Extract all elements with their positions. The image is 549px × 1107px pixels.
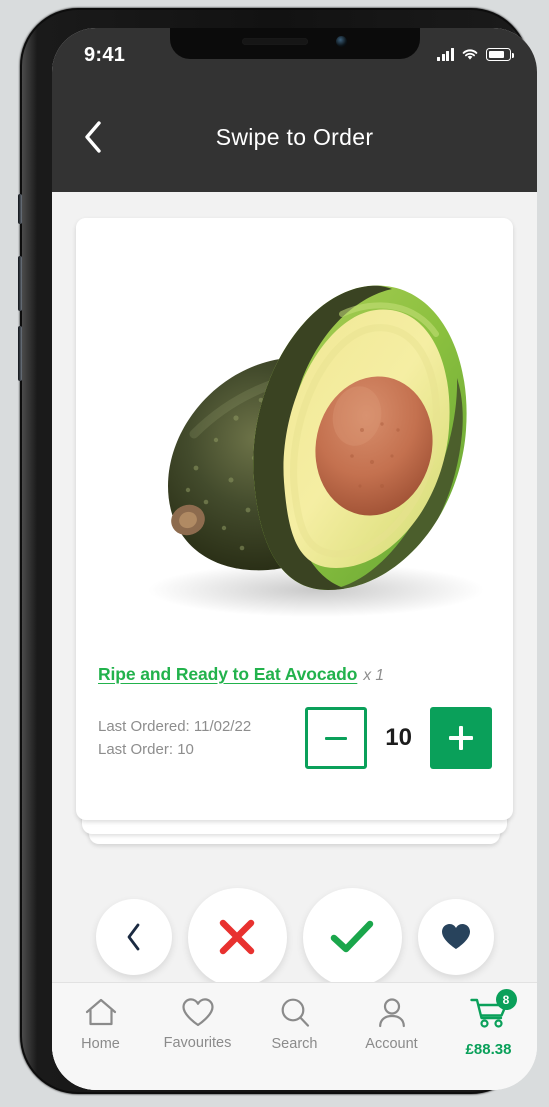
product-title-link[interactable]: Ripe and Ready to Eat Avocado [98,664,357,685]
meta-row: Last Ordered: 11/02/22 Last Order: 10 10 [98,707,495,769]
nav-label-home: Home [81,1036,120,1052]
card-deck: Ripe and Ready to Eat Avocado x 1 Last O… [76,218,513,844]
product-quantity-suffix: x 1 [363,667,385,684]
heart-outline-icon [181,998,214,1027]
nav-label-search: Search [271,1036,318,1052]
phone-screen: 9:41 Swipe to Order Ripe and Ready to Ea… [52,28,537,1090]
decrease-quantity-button[interactable] [305,707,368,769]
phone-frame: 9:41 Swipe to Order Ripe and Ready to Ea… [18,8,537,1094]
wifi-icon [462,49,478,60]
person-icon [378,998,405,1028]
product-card[interactable]: Ripe and Ready to Eat Avocado x 1 Last O… [76,218,513,820]
signal-bars-icon [437,48,454,61]
nav-label-favourites: Favourites [163,1035,232,1051]
volume-down-button[interactable] [18,326,22,381]
avocado-product-image [76,218,513,658]
reject-button[interactable] [187,887,287,987]
quantity-value: 10 [385,724,412,751]
nav-header: Swipe to Order [52,82,537,192]
nav-item-cart[interactable]: 8 £88.38 [440,989,537,1058]
check-icon [330,920,374,953]
home-icon [85,998,116,1026]
product-title-row: Ripe and Ready to Eat Avocado x 1 [98,664,495,685]
undo-button[interactable] [95,899,172,975]
nav-item-home[interactable]: Home [52,997,149,1052]
content-area: Ripe and Ready to Eat Avocado x 1 Last O… [52,192,537,1090]
half-avocado [253,285,467,590]
nav-item-search[interactable]: Search [246,997,343,1052]
last-order-quantity: Last Order: 10 [98,741,194,758]
status-time: 9:41 [84,44,126,66]
plus-icon [449,727,473,749]
nav-item-favourites[interactable]: Favourites [149,997,246,1051]
avocado-illustration [148,285,484,617]
order-history-text: Last Ordered: 11/02/22 Last Order: 10 [98,715,251,762]
volume-up-button[interactable] [18,256,22,311]
bottom-navigation-bar: Home Favourites Search Account 8 £88.38 [52,982,537,1090]
increase-quantity-button[interactable] [430,707,492,769]
battery-icon [486,48,514,61]
nav-item-account[interactable]: Account [343,997,440,1052]
swipe-action-row [52,882,537,992]
cart-badge: 8 [495,989,517,1010]
chevron-left-icon [85,121,101,153]
favourite-button[interactable] [417,899,494,975]
heart-icon [441,924,470,949]
notch [169,28,420,59]
back-button[interactable] [70,114,116,160]
accept-button[interactable] [302,887,402,987]
minus-icon [325,736,348,740]
silence-switch[interactable] [18,194,22,224]
last-ordered-date: Last Ordered: 11/02/22 [98,717,252,735]
product-info: Ripe and Ready to Eat Avocado x 1 Last O… [98,664,495,769]
chevron-left-icon [127,923,139,951]
front-camera-icon [336,36,347,47]
cart-total-label: £88.38 [465,1041,512,1058]
quantity-stepper: 10 [305,707,492,769]
nav-label-account: Account [365,1036,418,1052]
search-icon [281,998,309,1027]
close-x-icon [219,919,255,955]
status-icons [437,47,514,61]
page-title: Swipe to Order [215,123,374,150]
cart-icon-wrapper: 8 [469,989,517,1034]
speaker-grille-icon [242,38,308,45]
